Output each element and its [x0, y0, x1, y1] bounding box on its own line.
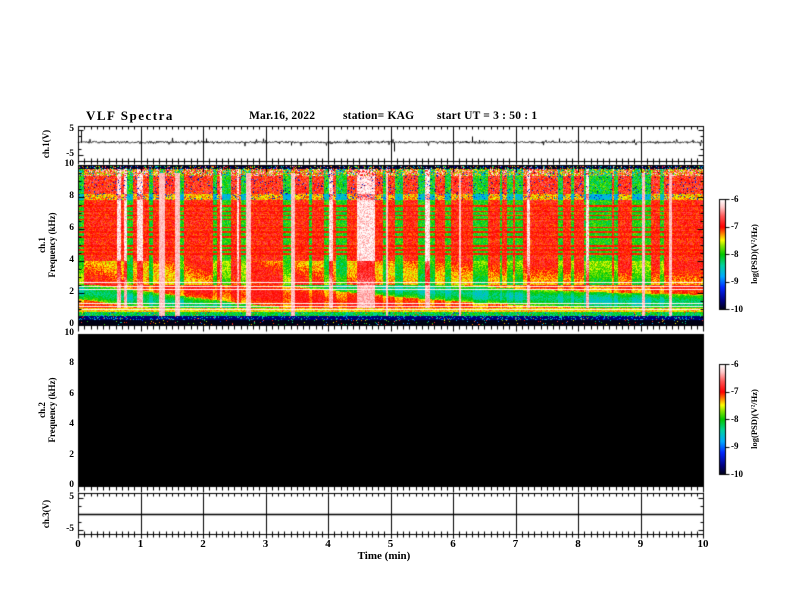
vlf-spectra-figure: VLF Spectra Mar.16, 2022 station= KAG st…	[0, 0, 792, 612]
ch2-spec-channel-label: ch.2	[37, 402, 47, 418]
x-tick-label: 5	[387, 538, 394, 550]
ch1-wave-y-tick-label: 5	[69, 123, 74, 134]
ch1-spec-channel-label: ch.1	[37, 237, 47, 253]
plot-canvas	[0, 0, 792, 612]
ch1-spec-y-tick-label: 10	[64, 159, 75, 169]
colorbar1-tick-label: -10	[731, 303, 743, 314]
x-tick-label: 3	[262, 538, 269, 550]
ch1-spec-y-tick-label: 4	[69, 255, 74, 265]
colorbar1-label: log(PSD)(V²/Hz)	[749, 224, 759, 284]
ch2-spec-frequency-label: Frequency (kHz)	[47, 377, 57, 443]
x-tick-label: 4	[325, 538, 331, 550]
ch1-wave-y-tick-label: -5	[66, 149, 74, 159]
ch2-spec-axis-label: ch.2 Frequency (kHz)	[37, 377, 57, 442]
x-tick-label: 9	[637, 538, 644, 550]
x-tick-label: 10	[697, 538, 709, 550]
ch2-spec-y-tick-label: 10	[64, 328, 75, 338]
time-axis-label: Time (min)	[357, 550, 411, 562]
x-tick-label: 8	[575, 538, 581, 550]
colorbar1-tick-label: -8	[731, 248, 739, 259]
colorbar2-tick-label: -8	[731, 413, 739, 424]
colorbar1-tick-label: -6	[731, 193, 739, 204]
ch2-spec-y-tick-label: 8	[69, 358, 74, 369]
figure-date: Mar.16, 2022	[249, 110, 316, 122]
colorbar1-tick-label: -7	[731, 221, 739, 231]
ch3-wave-axis-label: ch.3(V)	[41, 499, 51, 528]
colorbar2-tick-label: -7	[731, 386, 739, 396]
x-tick-label: 7	[512, 538, 519, 550]
ch2-spec-y-tick-label: 6	[69, 388, 74, 399]
colorbar2-label: log(PSD)(V²/Hz)	[749, 389, 759, 449]
figure-station: station= KAG	[343, 110, 415, 122]
ch3-wave-y-tick-label: -5	[66, 524, 74, 534]
x-tick-label: 6	[450, 538, 456, 550]
x-tick-label: 2	[200, 538, 206, 550]
ch1-wave-axis-label: ch.1(V)	[41, 129, 51, 158]
ch1-spec-y-tick-label: 6	[69, 223, 74, 233]
ch2-spec-y-tick-label: 2	[69, 449, 74, 460]
ch3-wave-y-tick-label: 5	[69, 492, 74, 502]
ch1-spec-y-tick-label: 2	[69, 287, 74, 297]
figure-title: VLF Spectra	[86, 108, 174, 123]
ch1-spec-y-tick-label: 8	[69, 191, 74, 201]
ch2-spec-y-tick-label: 4	[69, 419, 74, 430]
colorbar1-tick-label: -9	[731, 276, 739, 286]
x-tick-label: 1	[137, 538, 144, 550]
x-tick-label: 0	[75, 538, 81, 550]
ch2-spec-y-tick-label: 0	[69, 480, 74, 490]
colorbar2-tick-label: -9	[731, 441, 739, 451]
colorbar2-tick-label: -10	[731, 468, 743, 479]
colorbar2-tick-label: -6	[731, 358, 739, 369]
figure-start-ut: start UT = 3 : 50 : 1	[437, 110, 538, 122]
